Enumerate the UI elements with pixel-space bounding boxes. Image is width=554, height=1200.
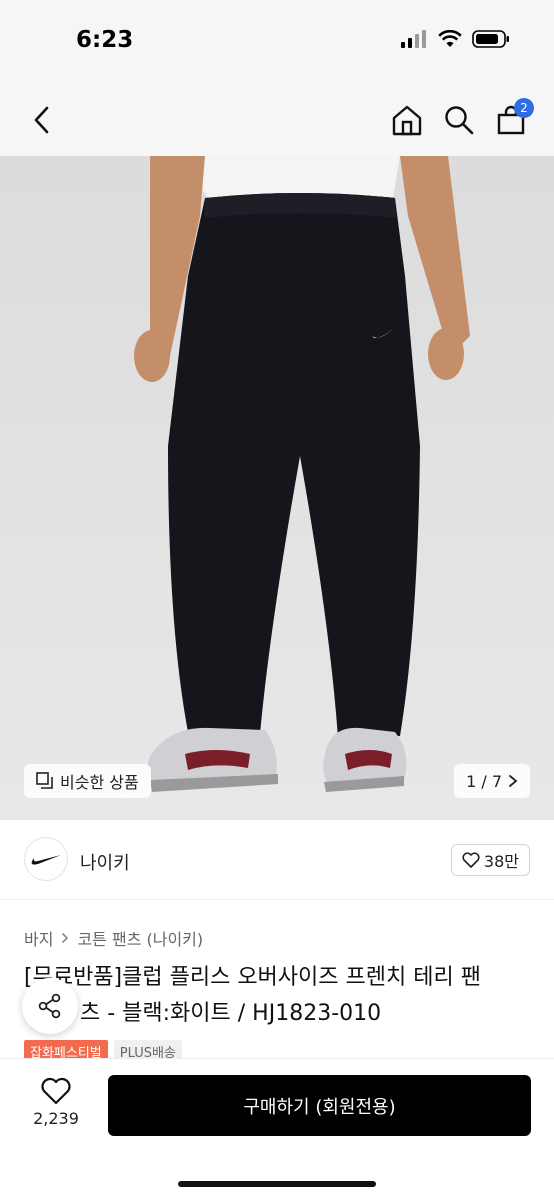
breadcrumb-level2[interactable]: 코튼 팬츠 (나이키) [77, 926, 203, 950]
product-title: [무료반품]클럽 플리스 오버사이즈 프렌치 테리 팬 츠 - 블랙:화이트 /… [24, 960, 534, 1032]
status-time: 6:23 [76, 27, 134, 53]
heart-icon [462, 852, 480, 868]
brand-name[interactable]: 나이키 [80, 849, 130, 875]
wishlist-count: 2,239 [33, 1109, 79, 1128]
brand-logo[interactable] [24, 837, 68, 881]
product-title-line2: 츠 - 블랙:화이트 / HJ1823-010 [80, 1001, 382, 1026]
chevron-left-icon [34, 106, 49, 134]
heart-icon [41, 1077, 71, 1105]
copy-icon [36, 772, 53, 789]
home-button[interactable] [388, 100, 426, 140]
cellular-signal-icon [401, 30, 426, 48]
cart-button[interactable]: 2 [492, 98, 534, 140]
status-icons [400, 30, 510, 48]
nike-swoosh-icon [31, 855, 61, 865]
product-image[interactable]: 비슷한 상품 1 / 7 [0, 156, 554, 820]
cart-count-badge: 2 [514, 98, 534, 118]
brand-row[interactable]: 나이키 38만 [0, 820, 554, 900]
status-bar: 6:23 [0, 0, 554, 84]
buy-button[interactable]: 구매하기 (회원전용) [108, 1075, 531, 1136]
breadcrumb: 바지 코튼 팬츠 (나이키) [24, 926, 203, 950]
image-page-indicator[interactable]: 1 / 7 [454, 764, 530, 798]
nav-bar: 2 [0, 84, 554, 156]
page-indicator-text: 1 / 7 [466, 771, 502, 791]
brand-like-count: 38만 [483, 852, 519, 871]
breadcrumb-level1[interactable]: 바지 [24, 926, 53, 950]
home-indicator [178, 1181, 376, 1187]
wishlist-button[interactable]: 2,239 [24, 1077, 88, 1128]
search-button[interactable] [440, 100, 478, 140]
product-photo [134, 156, 470, 792]
product-title-line1: [무료반품]클럽 플리스 오버사이즈 프렌치 테리 팬 [24, 965, 481, 990]
chevron-right-icon [62, 932, 69, 944]
battery-icon [472, 30, 509, 48]
back-button[interactable] [22, 100, 62, 140]
chevron-right-icon [509, 775, 518, 787]
similar-products-button[interactable]: 비슷한 상품 [24, 764, 151, 798]
brand-like-button[interactable]: 38만 [450, 844, 530, 876]
search-icon [445, 106, 474, 135]
wifi-icon [438, 30, 462, 47]
share-icon [38, 993, 61, 1019]
bottom-action-bar: 2,239 구매하기 (회원전용) [0, 1058, 554, 1200]
similar-products-label: 비슷한 상품 [60, 773, 139, 792]
share-button[interactable] [22, 978, 78, 1034]
nav-actions: 2 [388, 98, 534, 140]
home-icon [392, 105, 422, 136]
